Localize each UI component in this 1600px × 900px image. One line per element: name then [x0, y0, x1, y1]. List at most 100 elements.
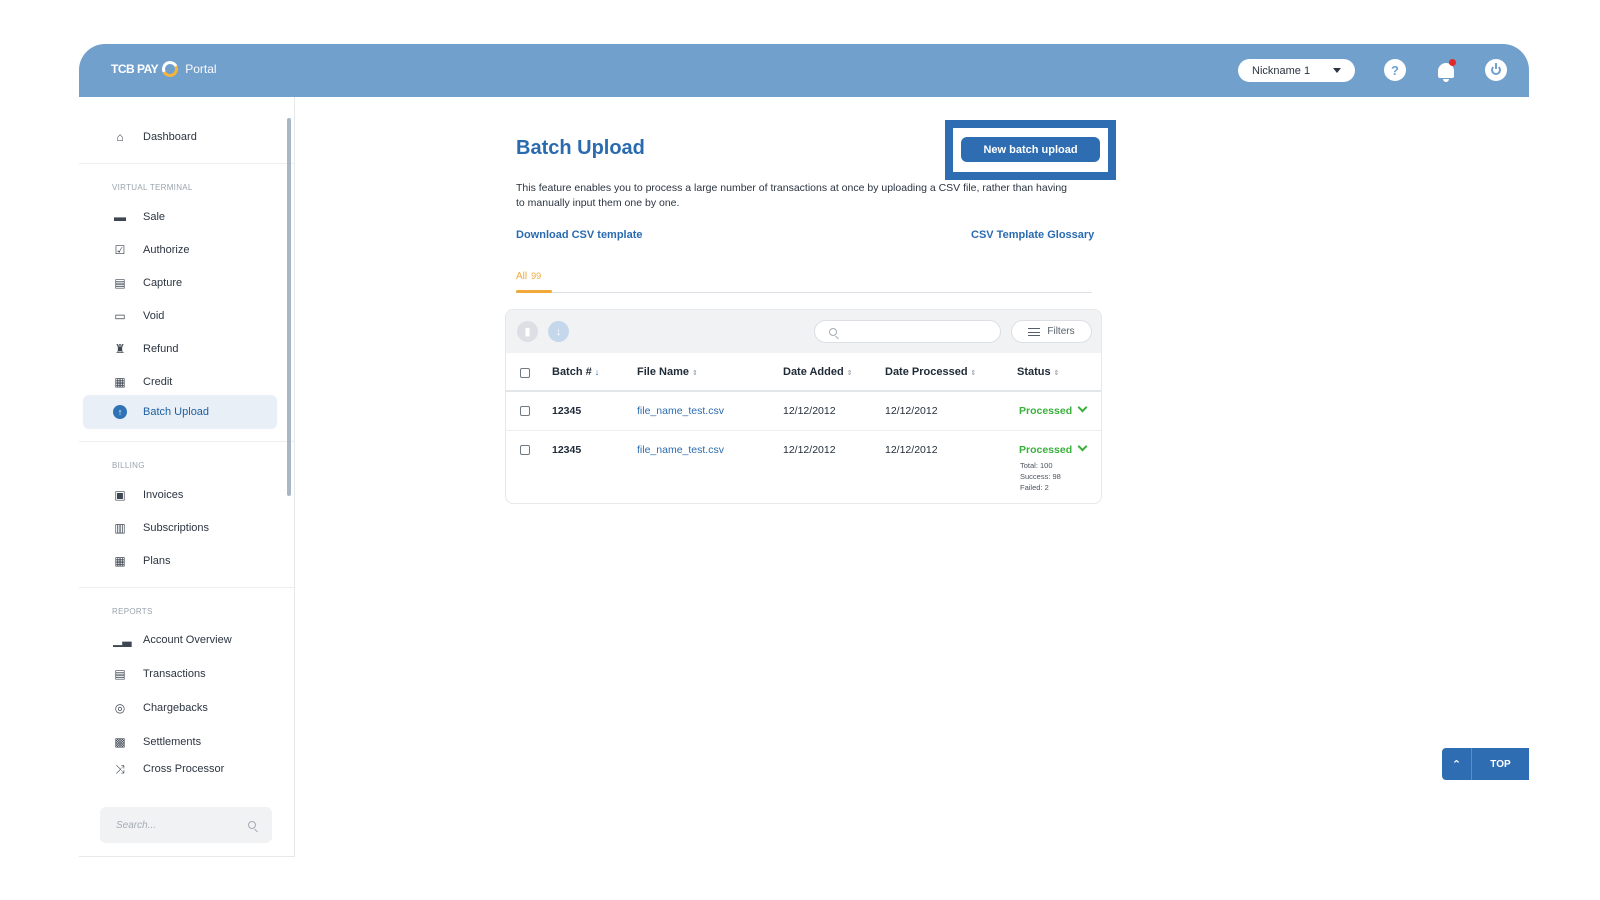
sidebar-item-account-overview[interactable]: ▁▃ Account Overview: [83, 623, 277, 657]
sidebar-scrollbar[interactable]: [287, 118, 291, 496]
status-processed-toggle[interactable]: Processed: [1019, 402, 1088, 417]
delete-trash-icon[interactable]: ▮: [517, 321, 538, 342]
home-icon: ⌂: [116, 130, 124, 144]
sidebar-item-sale[interactable]: ▬ Sale: [83, 200, 277, 234]
sidebar-item-cross-processor[interactable]: ⤨ Cross Processor: [83, 759, 277, 779]
column-header-date-processed[interactable]: Date Processed ⇕: [885, 366, 976, 378]
sidebar-item-batch-upload[interactable]: ↑ Batch Upload: [83, 395, 277, 429]
search-icon: [248, 821, 256, 829]
cell-date-added: 12/12/2012: [783, 444, 836, 456]
row-checkbox[interactable]: [520, 406, 530, 416]
cell-file-name-link[interactable]: file_name_test.csv: [637, 444, 724, 456]
filter-sliders-icon: [1028, 327, 1041, 336]
status-details: Total: 100 Success: 98 Failed: 2: [1020, 460, 1061, 493]
status-label: Processed: [1019, 444, 1073, 456]
column-header-date-added[interactable]: Date Added ⇕: [783, 366, 853, 378]
search-icon: [829, 328, 837, 336]
sidebar-item-invoices[interactable]: ▣ Invoices: [83, 478, 277, 512]
calculator-icon: ▦: [114, 554, 126, 568]
new-batch-highlight-frame: New batch upload: [945, 120, 1116, 180]
receipt-check-icon: ▤: [114, 276, 126, 290]
download-icon[interactable]: ↓: [548, 321, 569, 342]
sidebar-item-label: Capture: [143, 277, 183, 289]
column-header-status[interactable]: Status ⇕: [1017, 366, 1060, 378]
sidebar-item-label: Dashboard: [143, 131, 197, 143]
sidebar-item-refund[interactable]: ♜ Refund: [83, 332, 277, 366]
sidebar-item-label: Sale: [143, 211, 166, 223]
cell-batch-number: 12345: [552, 405, 582, 417]
sidebar-item-label: Refund: [143, 343, 179, 355]
invoice-icon: ▣: [114, 488, 126, 502]
cell-batch-number: 12345: [552, 444, 582, 456]
cell-date-added: 12/12/2012: [783, 405, 836, 417]
sidebar-divider: [79, 441, 294, 442]
table-toolbar: ▮ ↓ Filters: [506, 310, 1101, 353]
subscription-icon: ▥: [114, 521, 126, 535]
sidebar-item-label: Void: [143, 310, 165, 322]
column-header-batch[interactable]: Batch # ↓: [552, 366, 599, 378]
new-batch-upload-button[interactable]: New batch upload: [961, 137, 1100, 162]
tab-active-underline: [516, 290, 552, 293]
sidebar-item-transactions[interactable]: ▤ Transactions: [83, 657, 277, 691]
notification-badge-dot: [1449, 59, 1456, 66]
sidebar-item-settlements[interactable]: ▩ Settlements: [83, 725, 277, 759]
caret-down-icon: [1333, 68, 1341, 73]
double-chevron-up-icon: ⌃: [1442, 748, 1472, 780]
sidebar-item-capture[interactable]: ▤ Capture: [83, 266, 277, 300]
sidebar-divider: [79, 587, 294, 588]
sidebar-item-dashboard[interactable]: ⌂ Dashboard: [83, 120, 277, 154]
sidebar-item-credit[interactable]: ▦ Credit: [83, 365, 277, 399]
account-selector-dropdown[interactable]: Nickname 1: [1238, 59, 1355, 82]
cell-file-name-link[interactable]: file_name_test.csv: [637, 405, 724, 417]
table-header-divider: [506, 390, 1101, 392]
check-card-icon: ☑: [114, 243, 126, 257]
sidebar-item-subscriptions[interactable]: ▥ Subscriptions: [83, 511, 277, 545]
sidebar-item-label: Plans: [143, 555, 171, 567]
upload-arrow-icon: ↑: [113, 405, 127, 419]
status-processed-toggle[interactable]: Processed: [1019, 441, 1088, 456]
chargeback-icon: ◎: [114, 701, 126, 715]
column-header-label: Status: [1017, 366, 1051, 378]
top-header-bar: TCB PAY Portal Nickname 1 ?: [79, 44, 1529, 97]
filters-button[interactable]: Filters: [1011, 320, 1092, 343]
notifications-bell-icon[interactable]: [1435, 59, 1457, 82]
sidebar-item-void[interactable]: ▭ Void: [83, 299, 277, 333]
sidebar-divider: [79, 163, 294, 164]
cards-stack-icon: ▦: [114, 375, 126, 389]
chevron-down-icon: [1077, 402, 1088, 413]
sidebar-item-label: Invoices: [143, 489, 184, 501]
sidebar-item-plans[interactable]: ▦ Plans: [83, 544, 277, 578]
bar-chart-icon: ▁▃: [113, 633, 132, 647]
portal-label: Portal: [185, 62, 217, 76]
sidebar-item-label: Subscriptions: [143, 522, 210, 534]
column-header-file-name[interactable]: File Name ⇕: [637, 366, 698, 378]
column-header-label: File Name: [637, 366, 689, 378]
sidebar-search-placeholder: Search...: [116, 819, 157, 831]
sort-icon: ⇕: [691, 370, 698, 377]
help-icon[interactable]: ?: [1384, 59, 1406, 81]
section-label-billing: BILLING: [112, 461, 145, 470]
tab-all[interactable]: All 99: [516, 271, 541, 282]
status-detail-failed: Failed: 2: [1020, 483, 1049, 492]
section-label-virtual-terminal: VIRTUAL TERMINAL: [112, 183, 193, 192]
scroll-to-top-button[interactable]: ⌃ TOP: [1442, 748, 1529, 780]
csv-template-glossary-link[interactable]: CSV Template Glossary: [971, 229, 1094, 241]
logout-power-icon[interactable]: [1485, 59, 1507, 81]
sidebar-search-input[interactable]: Search...: [100, 807, 272, 843]
brand-logo[interactable]: TCB PAY Portal: [111, 58, 217, 80]
sort-desc-icon: ↓: [594, 367, 600, 377]
download-csv-template-link[interactable]: Download CSV template: [516, 229, 643, 241]
select-all-checkbox[interactable]: [520, 368, 530, 378]
sidebar-item-authorize[interactable]: ☑ Authorize: [83, 233, 277, 267]
sort-icon: ⇕: [846, 370, 853, 377]
clipboard-icon: ▩: [114, 735, 126, 749]
transactions-icon: ▤: [114, 667, 126, 681]
row-checkbox[interactable]: [520, 445, 530, 455]
brand-ring-icon: [159, 58, 181, 80]
table-search-input[interactable]: [814, 320, 1001, 343]
money-bag-icon: ♜: [114, 342, 126, 356]
sidebar-item-label: Chargebacks: [143, 702, 208, 714]
cell-date-processed: 12/12/2012: [885, 444, 938, 456]
status-detail-total: Total: 100: [1020, 461, 1053, 470]
sidebar-item-chargebacks[interactable]: ◎ Chargebacks: [83, 691, 277, 725]
